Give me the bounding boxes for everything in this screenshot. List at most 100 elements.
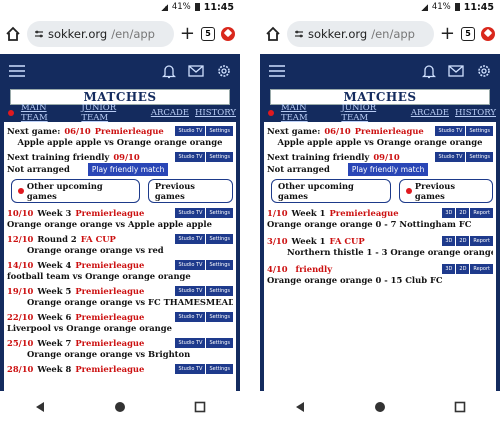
new-tab-icon[interactable]: +	[440, 25, 455, 43]
mail-icon[interactable]	[188, 65, 204, 77]
recents-icon[interactable]	[454, 401, 466, 413]
next-game-label: Next game:	[7, 125, 61, 136]
settings-button[interactable]: Settings	[206, 285, 233, 296]
studio-tv-button[interactable]: Studio TV	[175, 125, 206, 136]
site-settings-icon[interactable]	[34, 29, 44, 39]
game-result[interactable]: Orange orange orange 0 - 7 Nottingham FC	[267, 218, 493, 229]
view-3d-button[interactable]: 3D	[442, 263, 456, 274]
system-nav-bar	[260, 391, 500, 423]
next-training-row: Next training friendly 09/10 Studio TV Se…	[267, 151, 493, 162]
game-header-row: 28/10 Week 8 Premierleague Studio TV Setting…	[7, 363, 233, 374]
address-bar[interactable]: sokker.org/en/app	[287, 21, 434, 47]
home-icon[interactable]	[5, 26, 21, 42]
tab-other-upcoming-games[interactable]: Other upcoming games	[11, 179, 140, 203]
address-bar[interactable]: sokker.org/en/app	[27, 21, 174, 47]
studio-tv-button[interactable]: Studio TV	[175, 337, 206, 348]
game-date: 10/10	[7, 207, 34, 218]
settings-button[interactable]: Settings	[466, 125, 493, 136]
studio-tv-button[interactable]: Studio TV	[175, 233, 206, 244]
tab-other-upcoming-games[interactable]: Other upcoming games	[271, 179, 392, 203]
notification-bell-icon[interactable]	[162, 64, 176, 79]
tab-switcher-icon[interactable]: 5	[461, 27, 475, 41]
game-result[interactable]: Northern thistle 1 - 3 Orange orange ora…	[267, 246, 493, 257]
menu-icon[interactable]	[268, 64, 286, 78]
play-friendly-match-button[interactable]: Play friendly match	[347, 162, 429, 176]
settings-button[interactable]: Settings	[206, 207, 233, 218]
tab-switcher-icon[interactable]: 5	[201, 27, 215, 41]
game-teams[interactable]: Liverpool vs Orange orange orange	[7, 322, 233, 333]
settings-button[interactable]: Settings	[206, 311, 233, 322]
recents-icon[interactable]	[194, 401, 206, 413]
settings-button[interactable]: Settings	[206, 363, 233, 374]
subnav-arcade[interactable]: ARCADE	[151, 108, 189, 118]
home-circle-icon[interactable]	[114, 401, 126, 413]
studio-tv-button[interactable]: Studio TV	[175, 311, 206, 322]
subnav-history[interactable]: HISTORY	[195, 108, 236, 118]
settings-button[interactable]: Settings	[206, 337, 233, 348]
game-result[interactable]: Orange orange orange 0 - 15 Club FC	[267, 274, 493, 285]
game-date: 12/10	[7, 233, 34, 244]
notification-bell-icon[interactable]	[422, 64, 436, 79]
next-game-teams[interactable]: Apple apple apple vs Orange orange orang…	[7, 136, 233, 147]
studio-tv-button[interactable]: Studio TV	[435, 151, 466, 162]
settings-button[interactable]: Settings	[466, 151, 493, 162]
game-round: Week 1	[291, 235, 326, 246]
game-teams[interactable]: Orange orange orange vs red	[7, 244, 233, 255]
url-domain: sokker.org	[308, 27, 368, 41]
game-teams[interactable]: Orange orange orange vs FC THAMESMEAD ST…	[7, 296, 233, 307]
game-teams[interactable]: Orange orange orange vs Brighton	[7, 348, 233, 359]
report-button[interactable]: Report	[470, 235, 493, 246]
battery-icon	[194, 3, 200, 11]
studio-tv-button[interactable]: Studio TV	[175, 363, 206, 374]
tab-previous-games[interactable]: Previous games	[147, 179, 233, 203]
next-game-teams[interactable]: Apple apple apple vs Orange orange orang…	[267, 136, 493, 147]
game-teams[interactable]: football team vs Orange orange orange	[7, 270, 233, 281]
home-icon[interactable]	[265, 26, 281, 42]
view-2d-button[interactable]: 2D	[456, 235, 470, 246]
upcoming-games-list: 10/10 Week 3 Premierleague Studio TV Setting…	[7, 207, 233, 378]
mail-icon[interactable]	[448, 65, 464, 77]
game-teams[interactable]: Orange orange orange vs Apple apple appl…	[7, 218, 233, 229]
view-3d-button[interactable]: 3D	[442, 207, 456, 218]
game-competition: Premierleague	[75, 311, 145, 322]
game-date: 3/10	[267, 235, 288, 246]
game-round: Week 3	[37, 207, 72, 218]
play-friendly-match-button[interactable]: Play friendly match	[87, 162, 169, 176]
battery-percent: 41%	[431, 2, 451, 12]
subnav-junior-team[interactable]: JUNIOR TEAM	[81, 103, 144, 123]
view-2d-button[interactable]: 2D	[456, 263, 470, 274]
tab-previous-games[interactable]: Previous games	[399, 179, 493, 203]
studio-tv-button[interactable]: Studio TV	[175, 151, 206, 162]
settings-gear-icon[interactable]	[476, 63, 492, 79]
extension-icon[interactable]	[481, 27, 495, 41]
settings-gear-icon[interactable]	[216, 63, 232, 79]
report-button[interactable]: Report	[470, 207, 493, 218]
tab-label: Other upcoming games	[26, 181, 103, 201]
tab-label: Previous games	[414, 181, 455, 201]
new-tab-icon[interactable]: +	[180, 25, 195, 43]
report-button[interactable]: Report	[470, 263, 493, 274]
game-actions: 3D 2D Report	[442, 263, 493, 274]
view-2d-button[interactable]: 2D	[456, 207, 470, 218]
settings-button[interactable]: Settings	[206, 259, 233, 270]
extension-icon[interactable]	[221, 27, 235, 41]
site-settings-icon[interactable]	[294, 29, 304, 39]
back-icon[interactable]	[294, 401, 306, 413]
back-icon[interactable]	[34, 401, 46, 413]
subnav-arcade[interactable]: ARCADE	[411, 108, 449, 118]
home-circle-icon[interactable]	[374, 401, 386, 413]
menu-icon[interactable]	[8, 64, 26, 78]
subnav-main-team[interactable]: MAIN TEAM	[281, 103, 335, 123]
subnav-history[interactable]: HISTORY	[455, 108, 496, 118]
subnav-main-team[interactable]: MAIN TEAM	[21, 103, 75, 123]
studio-tv-button[interactable]: Studio TV	[175, 259, 206, 270]
view-3d-button[interactable]: 3D	[442, 235, 456, 246]
subnav-junior-team[interactable]: JUNIOR TEAM	[341, 103, 404, 123]
settings-button[interactable]: Settings	[206, 151, 233, 162]
next-game-date: 06/10	[324, 125, 351, 136]
studio-tv-button[interactable]: Studio TV	[175, 207, 206, 218]
studio-tv-button[interactable]: Studio TV	[175, 285, 206, 296]
settings-button[interactable]: Settings	[206, 125, 233, 136]
studio-tv-button[interactable]: Studio TV	[435, 125, 466, 136]
settings-button[interactable]: Settings	[206, 233, 233, 244]
